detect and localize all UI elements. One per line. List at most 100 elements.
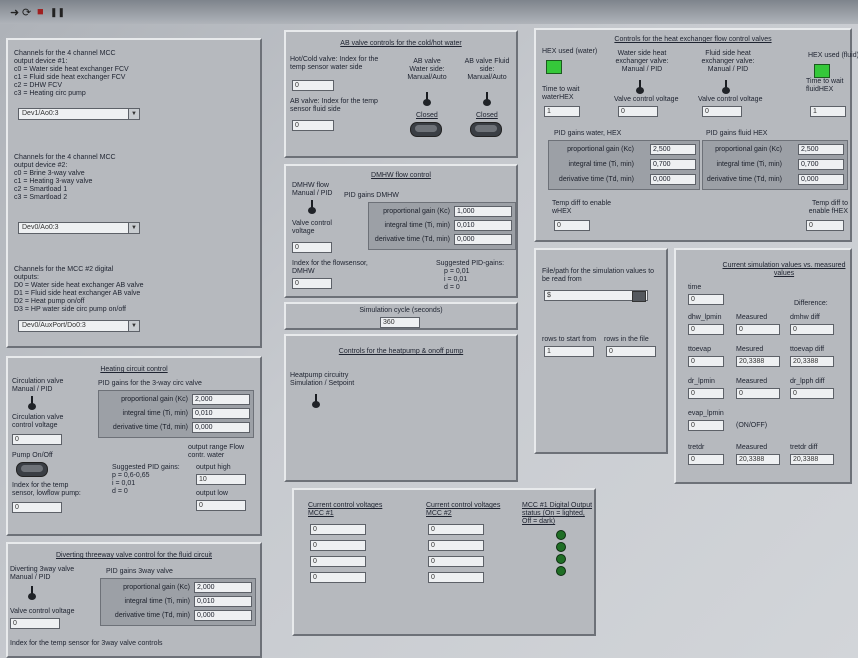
- tretdr-diff-field: 20,3388: [790, 454, 834, 465]
- browse-folder-icon[interactable]: [632, 291, 646, 302]
- mcc2-heading: Channels for the 4 channel MCC: [14, 154, 116, 161]
- td-label: derivative time (Td, min): [558, 176, 634, 183]
- hex-water-mode-toggle[interactable]: [636, 80, 644, 94]
- pause-icon[interactable]: ❚❚: [50, 7, 65, 18]
- dmhw-index-label: Index for the flowsensor, DMHW: [292, 260, 368, 275]
- valve-voltage-field-1[interactable]: 0: [618, 106, 658, 117]
- temp-fluid-field[interactable]: 0: [806, 220, 844, 231]
- ti-field[interactable]: 0,010: [192, 408, 250, 419]
- hotcold-field[interactable]: 0: [292, 80, 334, 91]
- ti-fluid-field[interactable]: 0,700: [798, 159, 844, 170]
- diverting-mode-toggle[interactable]: [28, 586, 36, 600]
- td-field[interactable]: 0,000: [454, 234, 512, 245]
- kc-field[interactable]: 2,000: [192, 394, 250, 405]
- index-label: Index for the temp sensor, lowflow pump:: [12, 482, 81, 497]
- temp-water-field[interactable]: 0: [554, 220, 590, 231]
- hex-fluid-mode-toggle[interactable]: [722, 80, 730, 94]
- digital-led-icon: [556, 530, 566, 540]
- kc-field[interactable]: 1,000: [454, 206, 512, 217]
- ti-water-field[interactable]: 0,700: [650, 159, 696, 170]
- wait-water-field[interactable]: 1: [544, 106, 580, 117]
- fluid-closed-switch[interactable]: [470, 122, 502, 137]
- kc-label: proportional gain (Kc): [715, 146, 782, 153]
- wait-fluid-label: Time to wait fluidHEX: [806, 78, 844, 93]
- digital-channel-select[interactable]: Dev0/AuxPort/Do0:3 ▼: [18, 320, 140, 332]
- pid-fluid-cluster: proportional gain (Kc) 2,500 integral tim…: [702, 140, 848, 190]
- suggested-p: p = 0,6-0,65: [112, 472, 150, 479]
- water-ab-toggle[interactable]: [423, 92, 431, 106]
- diverting-pid-cluster: proportional gain (Kc) 2,000 integral tim…: [100, 578, 256, 626]
- valve-voltage-field-2[interactable]: 0: [702, 106, 742, 117]
- run-arrow-icon[interactable]: ➜: [10, 6, 19, 19]
- fluid-ab-toggle[interactable]: [483, 92, 491, 106]
- mcc1-voltages-title: Current control voltages MCC #1: [308, 502, 383, 517]
- water-ab-label: AB valve Water side: Manual/Auto: [407, 58, 447, 81]
- mcc1-line: c3 = Heating circ pump: [14, 90, 86, 97]
- sim-row-a: 0: [688, 388, 724, 399]
- tretdr-field: 0: [688, 454, 724, 465]
- simulation-cycle-field[interactable]: 360: [380, 317, 420, 328]
- td-label: derivative time (Td, min): [374, 236, 450, 243]
- digital-status-title: MCC #1 Digital Output status (On = light…: [522, 502, 593, 525]
- meas-label: Measured: [736, 444, 768, 451]
- wait-fluid-field[interactable]: 1: [810, 106, 846, 117]
- heatpump-label: Heatpump circuitry Simulation / Setpoint: [290, 372, 355, 387]
- kc-label: proportional gain (Kc): [383, 208, 450, 215]
- kc-label: proportional gain (Kc): [121, 396, 188, 403]
- td-fluid-field[interactable]: 0,000: [798, 174, 844, 185]
- dmhw-index-field[interactable]: 0: [292, 278, 332, 289]
- diverting-voltage-field[interactable]: 0: [10, 618, 60, 629]
- dmhw-title: DMHW flow control: [371, 172, 431, 179]
- mcc2-channel-select[interactable]: Dev0/Ao0:3 ▼: [18, 222, 140, 234]
- kc-label: proportional gain (Kc): [123, 584, 190, 591]
- kc-water-field[interactable]: 2,500: [650, 144, 696, 155]
- td-field[interactable]: 0,000: [192, 422, 250, 433]
- hex-fluid-used-label: HEX used (fluid): [808, 52, 858, 59]
- abort-icon[interactable]: ■: [37, 6, 44, 18]
- water-closed-switch[interactable]: [410, 122, 442, 137]
- hotcold-label: Hot/Cold valve: Index for the temp senso…: [290, 56, 379, 71]
- td-field[interactable]: 0,000: [194, 610, 252, 621]
- hex-panel: Controls for the heat exchanger flow con…: [534, 28, 858, 242]
- td-label: derivative time (Td, min): [706, 176, 782, 183]
- kc-field[interactable]: 2,000: [194, 582, 252, 593]
- wait-water-label: Time to wait waterHEX: [542, 86, 580, 101]
- dmhw-mode-toggle[interactable]: [308, 200, 316, 214]
- circ-voltage-field[interactable]: 0: [12, 434, 62, 445]
- circ-mode-toggle[interactable]: [28, 396, 36, 410]
- low-field[interactable]: 0: [196, 500, 246, 511]
- hex-fluid-led-icon[interactable]: [814, 64, 830, 78]
- heatpump-toggle[interactable]: [312, 394, 320, 408]
- digital-line: D1 = Fluid side heat exchanger AB valve: [14, 290, 141, 297]
- kc-fluid-field[interactable]: 2,500: [798, 144, 844, 155]
- dropdown-arrow-icon: ▼: [128, 109, 139, 119]
- digital-line: D3 = HP water side circ pump on/off: [14, 306, 126, 313]
- mcc1-line: c1 = Fluid side heat exchanger FCV: [14, 74, 126, 81]
- pump-switch[interactable]: [16, 462, 48, 477]
- dropdown-arrow-icon: ▼: [128, 223, 139, 233]
- circ-voltage-label: Circulation valve control voltage: [12, 414, 64, 429]
- mcc1-channel-select[interactable]: Dev1/Ao0:3 ▼: [18, 108, 140, 120]
- td-water-field[interactable]: 0,000: [650, 174, 696, 185]
- hex-water-led-icon[interactable]: [546, 60, 562, 74]
- diverting-pid-title: PID gains 3way valve: [106, 568, 173, 575]
- suggested-label: Suggested PID gains:: [112, 464, 180, 471]
- mcc1-device: output device #1:: [14, 58, 68, 65]
- sim-row-a: 0: [688, 324, 724, 335]
- sim-row-b: 20,3388: [736, 356, 780, 367]
- index-field[interactable]: 0: [12, 502, 62, 513]
- mcc1-voltage: 0: [310, 556, 366, 567]
- mcc1-voltage: 0: [310, 572, 366, 583]
- ti-field[interactable]: 0,010: [194, 596, 252, 607]
- ab-index-field[interactable]: 0: [292, 120, 334, 131]
- mcc2-voltage: 0: [428, 540, 484, 551]
- rows-start-field[interactable]: 1: [544, 346, 594, 357]
- mcc2-voltage: 0: [428, 572, 484, 583]
- dmhw-voltage-field[interactable]: 0: [292, 242, 332, 253]
- high-field[interactable]: 10: [196, 474, 246, 485]
- ti-field[interactable]: 0,010: [454, 220, 512, 231]
- sim-row-c-label: dmhw diff: [790, 314, 820, 321]
- time-label: time: [688, 284, 702, 291]
- run-continuously-icon[interactable]: ⟳: [22, 6, 31, 19]
- valve-voltage-label-2: Valve control voltage: [698, 96, 763, 103]
